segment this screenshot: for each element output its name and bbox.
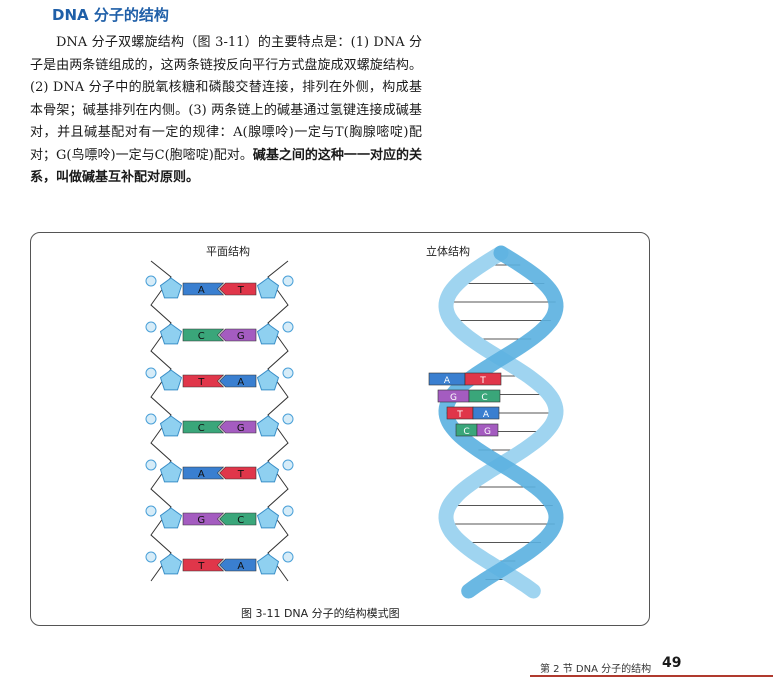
deoxyribose-pentagon [256, 553, 280, 575]
phosphate-circle [282, 505, 294, 517]
phosphate-circle [145, 367, 157, 379]
planar-structure-label: 平面结构 [206, 245, 250, 258]
footer-section: 第 2 节 DNA 分子的结构 [540, 664, 652, 675]
body-paragraph: DNA 分子双螺旋结构（图 3-11）的主要特点是：(1) DNA 分子是由两条… [30, 32, 422, 190]
dna-diagram: A TC GT AC GA TG CT AA TG CT AC G [145, 245, 564, 599]
dna-figure: ATCGTACGATGCTAATGCTACG 平面结构 立体结构 图 3-11 … [30, 232, 650, 626]
base-right-letter: T [237, 285, 245, 296]
section-title: DNA 分子的结构 [52, 6, 169, 24]
base-left-letter: T [197, 377, 205, 388]
page-number: 49 [662, 655, 682, 671]
phosphate-circle [145, 505, 157, 517]
deoxyribose-pentagon [159, 507, 183, 529]
deoxyribose-pentagon [159, 369, 183, 391]
deoxyribose-pentagon [159, 461, 183, 483]
base-right-letter: G [237, 331, 245, 342]
phosphate-circle [145, 551, 157, 563]
helix-base-right-letter: C [481, 393, 487, 403]
base-right-letter: A [237, 561, 244, 572]
deoxyribose-pentagon [159, 277, 183, 299]
phosphate-circle [145, 459, 157, 471]
phosphate-circle [145, 275, 157, 287]
paragraph-text: DNA 分子双螺旋结构（图 3-11）的主要特点是：(1) DNA 分子是由两条… [30, 35, 422, 163]
helix-structure-label: 立体结构 [426, 245, 470, 258]
helix-base-right-letter: T [479, 376, 486, 386]
helix-base-left-letter: C [463, 427, 469, 437]
base-right-letter: T [237, 469, 245, 480]
base-left-letter: C [198, 423, 205, 434]
base-left-letter: C [198, 331, 205, 342]
deoxyribose-pentagon [256, 507, 280, 529]
phosphate-circle [282, 413, 294, 425]
base-right-letter: A [237, 377, 244, 388]
phosphate-circle [145, 413, 157, 425]
base-right-letter: C [237, 515, 244, 526]
helix-base-left-letter: T [456, 410, 463, 420]
deoxyribose-pentagon [159, 553, 183, 575]
deoxyribose-pentagon [159, 415, 183, 437]
deoxyribose-pentagon [256, 277, 280, 299]
phosphate-circle [282, 275, 294, 287]
helix-base-right-letter: G [484, 427, 491, 437]
phosphate-circle [282, 367, 294, 379]
helix-base-left-letter: A [444, 376, 451, 386]
base-left-letter: T [197, 561, 205, 572]
deoxyribose-pentagon [256, 415, 280, 437]
footer-rule [530, 675, 773, 677]
base-left-letter: G [197, 515, 205, 526]
base-left-letter: A [198, 285, 205, 296]
deoxyribose-pentagon [256, 323, 280, 345]
phosphate-circle [145, 321, 157, 333]
base-right-letter: G [237, 423, 245, 434]
phosphate-circle [282, 459, 294, 471]
deoxyribose-pentagon [256, 461, 280, 483]
phosphate-circle [282, 321, 294, 333]
helix-base-left-letter: G [450, 393, 457, 403]
figure-caption: 图 3-11 DNA 分子的结构模式图 [241, 607, 400, 620]
deoxyribose-pentagon [256, 369, 280, 391]
helix-base-right-letter: A [483, 410, 490, 420]
deoxyribose-pentagon [159, 323, 183, 345]
phosphate-circle [282, 551, 294, 563]
base-left-letter: A [198, 469, 205, 480]
